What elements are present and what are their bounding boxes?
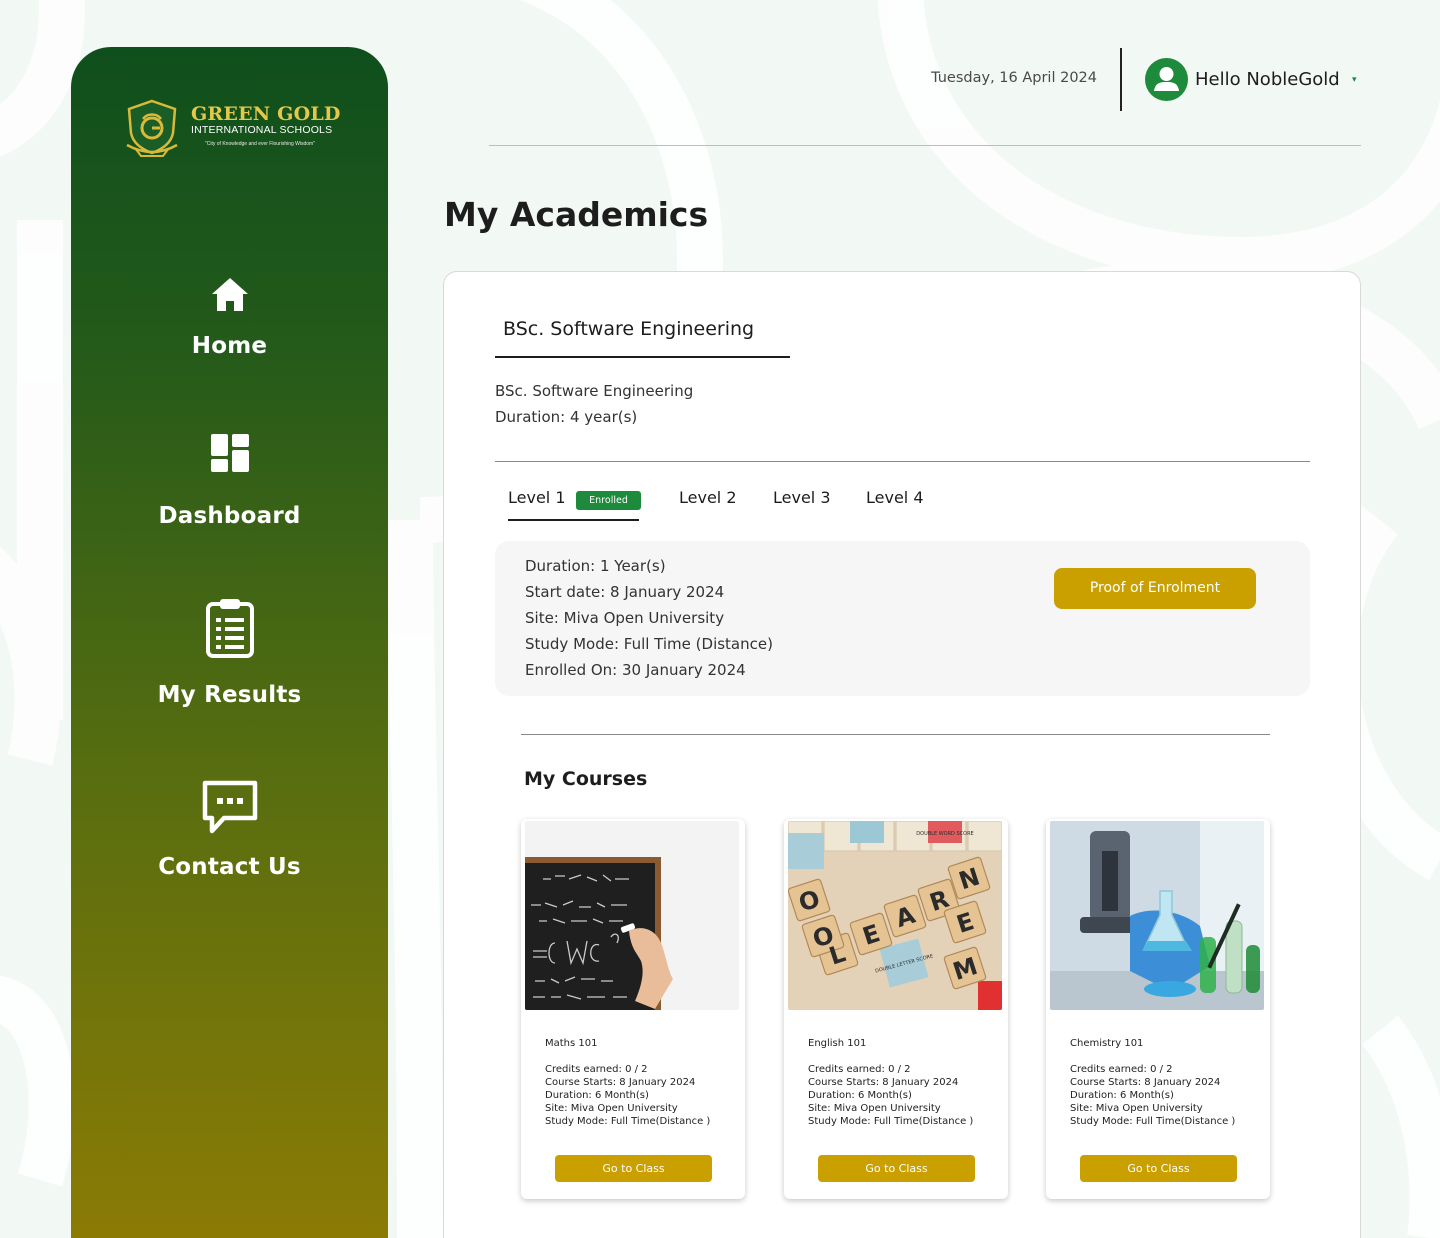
course-start: Course Starts: 8 January 2024 [545,1077,696,1088]
tab-level-2[interactable]: Level 2 [679,488,737,507]
sidebar-item-my-results[interactable]: My Results [71,598,388,708]
course-site: Site: Miva Open University [1070,1103,1203,1114]
tab-level-1[interactable]: Level 1 [508,488,566,507]
brand-name: GREEN GOLD [191,103,341,125]
course-image-blackboard [525,821,739,1010]
courses-title: My Courses [524,768,648,790]
proof-of-enrolment-button[interactable]: Proof of Enrolment [1054,568,1256,609]
course-image-laboratory [1050,821,1264,1010]
course-study-mode: Study Mode: Full Time(Distance ) [1070,1116,1236,1127]
program-name: BSc. Software Engineering [495,382,694,400]
course-study-mode: Study Mode: Full Time(Distance ) [545,1116,711,1127]
header-divider [1120,48,1122,111]
academics-card: BSc. Software Engineering BSc. Software … [443,271,1361,1238]
course-card-english: L E A R N O O E M DOUBLE LETTER SCORE DO… [784,819,1008,1199]
home-icon [211,278,248,311]
course-card-maths: Maths 101 Credits earned: 0 / 2 Course S… [521,819,745,1199]
sidebar-item-contact-us[interactable]: Contact Us [71,780,388,880]
course-name: Chemistry 101 [1070,1038,1144,1049]
brand-tagline: "City of Knowledge and ever Flourishing … [205,141,315,147]
user-greeting[interactable]: Hello NobleGold [1195,69,1340,90]
chat-icon [202,780,257,834]
svg-text:DOUBLE WORD SCORE: DOUBLE WORD SCORE [916,831,973,837]
tab-level-4[interactable]: Level 4 [866,488,924,507]
go-to-class-button[interactable]: Go to Class [555,1155,712,1182]
clipboard-icon [205,599,254,658]
course-name: English 101 [808,1038,867,1049]
brand-subtitle: INTERNATIONAL SCHOOLS [191,124,333,136]
course-duration: Duration: 6 Month(s) [1070,1090,1174,1101]
course-name: Maths 101 [545,1038,598,1049]
go-to-class-button[interactable]: Go to Class [818,1155,975,1182]
chevron-down-icon[interactable]: ▾ [1352,75,1357,85]
sidebar-item-label: Dashboard [158,503,301,529]
go-to-class-button[interactable]: Go to Class [1080,1155,1237,1182]
course-study-mode: Study Mode: Full Time(Distance ) [808,1116,974,1127]
avatar[interactable] [1145,58,1188,101]
current-date: Tuesday, 16 April 2024 [931,70,1097,86]
dashboard-icon [210,434,249,472]
page-title: My Academics [444,195,709,234]
school-logo[interactable]: GREEN GOLD INTERNATIONAL SCHOOLS "City o… [123,99,343,159]
sidebar-item-label: Home [191,333,268,359]
sidebar-item-dashboard[interactable]: Dashboard [71,433,388,529]
shield-logo-icon [126,99,178,157]
level-enrolled-on: Enrolled On: 30 January 2024 [525,661,746,679]
divider [495,461,1310,462]
program-duration: Duration: 4 year(s) [495,408,638,426]
tab-program[interactable]: BSc. Software Engineering [503,318,754,340]
program-tab-underline [495,356,790,358]
sidebar-item-label: My Results [157,682,302,708]
course-duration: Duration: 6 Month(s) [545,1090,649,1101]
level-duration: Duration: 1 Year(s) [525,557,666,575]
course-site: Site: Miva Open University [545,1103,678,1114]
course-image-scrabble: L E A R N O O E M DOUBLE LETTER SCORE DO… [788,821,1002,1010]
header-rule [489,145,1361,146]
tab-level-3[interactable]: Level 3 [773,488,831,507]
level-study-mode: Study Mode: Full Time (Distance) [525,635,773,653]
divider [521,734,1270,735]
sidebar: GREEN GOLD INTERNATIONAL SCHOOLS "City o… [71,47,388,1238]
course-credits: Credits earned: 0 / 2 [1070,1064,1173,1075]
course-duration: Duration: 6 Month(s) [808,1090,912,1101]
level-tab-underline [508,519,639,521]
course-site: Site: Miva Open University [808,1103,941,1114]
status-badge: Enrolled [576,491,641,510]
sidebar-item-home[interactable]: Home [71,275,388,359]
course-credits: Credits earned: 0 / 2 [808,1064,911,1075]
course-card-chemistry: Chemistry 101 Credits earned: 0 / 2 Cour… [1046,819,1270,1199]
user-icon [1154,67,1179,91]
course-start: Course Starts: 8 January 2024 [1070,1077,1221,1088]
level-start-date: Start date: 8 January 2024 [525,583,725,601]
course-credits: Credits earned: 0 / 2 [545,1064,648,1075]
level-info-panel: Duration: 1 Year(s) Start date: 8 Januar… [495,541,1310,696]
course-start: Course Starts: 8 January 2024 [808,1077,959,1088]
level-site: Site: Miva Open University [525,609,725,627]
sidebar-item-label: Contact Us [158,854,301,880]
